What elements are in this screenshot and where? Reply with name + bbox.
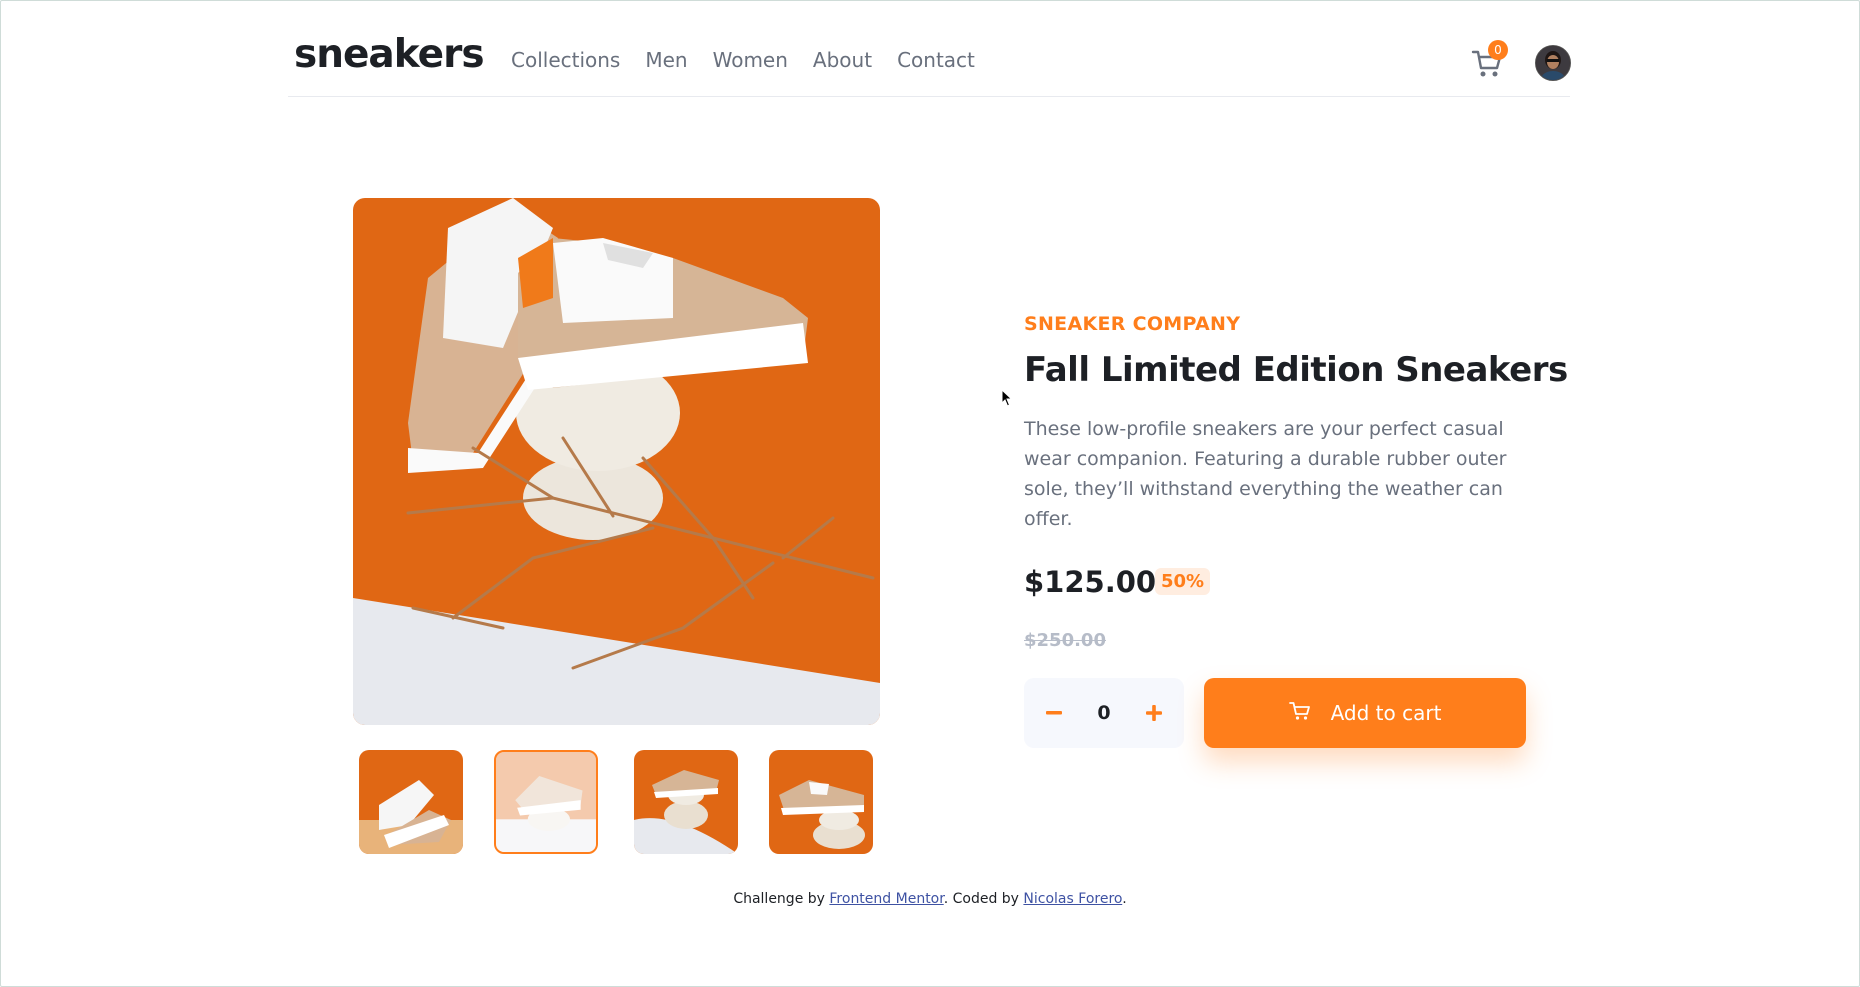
- plus-icon[interactable]: [1142, 701, 1166, 725]
- nav-women[interactable]: Women: [713, 48, 788, 72]
- attribution: Challenge by Frontend Mentor. Coded by N…: [0, 891, 1860, 907]
- attribution-suffix: .: [1122, 891, 1127, 907]
- product-description: These low-profile sneakers are your perf…: [1024, 418, 1507, 530]
- mouse-cursor-icon: [1001, 389, 1013, 407]
- current-price: $125.00: [1024, 565, 1157, 599]
- frontend-mentor-link[interactable]: Frontend Mentor: [829, 891, 943, 907]
- brand-name: SNEAKER COMPANY: [1024, 313, 1241, 335]
- window-frame: [0, 0, 1860, 987]
- thumbnail-3[interactable]: [634, 750, 738, 854]
- quantity-value: 0: [1097, 702, 1111, 724]
- avatar[interactable]: [1535, 45, 1571, 81]
- add-to-cart-label: Add to cart: [1330, 701, 1442, 725]
- minus-icon[interactable]: [1042, 701, 1066, 725]
- cart-icon: [1288, 701, 1311, 726]
- discount-badge: 50%: [1155, 568, 1211, 595]
- thumbnail-2[interactable]: [494, 750, 598, 854]
- cart-count-badge: 0: [1488, 40, 1508, 60]
- nav-contact[interactable]: Contact: [897, 48, 975, 72]
- product-title: Fall Limited Edition Sneakers: [1024, 350, 1568, 390]
- attribution-prefix: Challenge by: [733, 891, 830, 907]
- nav-men[interactable]: Men: [645, 48, 687, 72]
- thumbnail-4[interactable]: [769, 750, 873, 854]
- thumbnail-1[interactable]: [359, 750, 463, 854]
- nav-collections[interactable]: Collections: [511, 48, 620, 72]
- quantity-stepper: 0: [1024, 678, 1184, 748]
- logo[interactable]: sneakers: [294, 32, 485, 77]
- main-nav: Collections Men Women About Contact: [511, 48, 975, 72]
- nav-about[interactable]: About: [813, 48, 872, 72]
- author-link[interactable]: Nicolas Forero: [1023, 891, 1122, 907]
- attribution-middle: . Coded by: [943, 891, 1024, 907]
- site-header: sneakers Collections Men Women About Con…: [288, 0, 1571, 97]
- add-to-cart-button[interactable]: Add to cart: [1204, 678, 1526, 748]
- product-main-image[interactable]: [353, 198, 880, 725]
- original-price: $250.00: [1024, 630, 1106, 651]
